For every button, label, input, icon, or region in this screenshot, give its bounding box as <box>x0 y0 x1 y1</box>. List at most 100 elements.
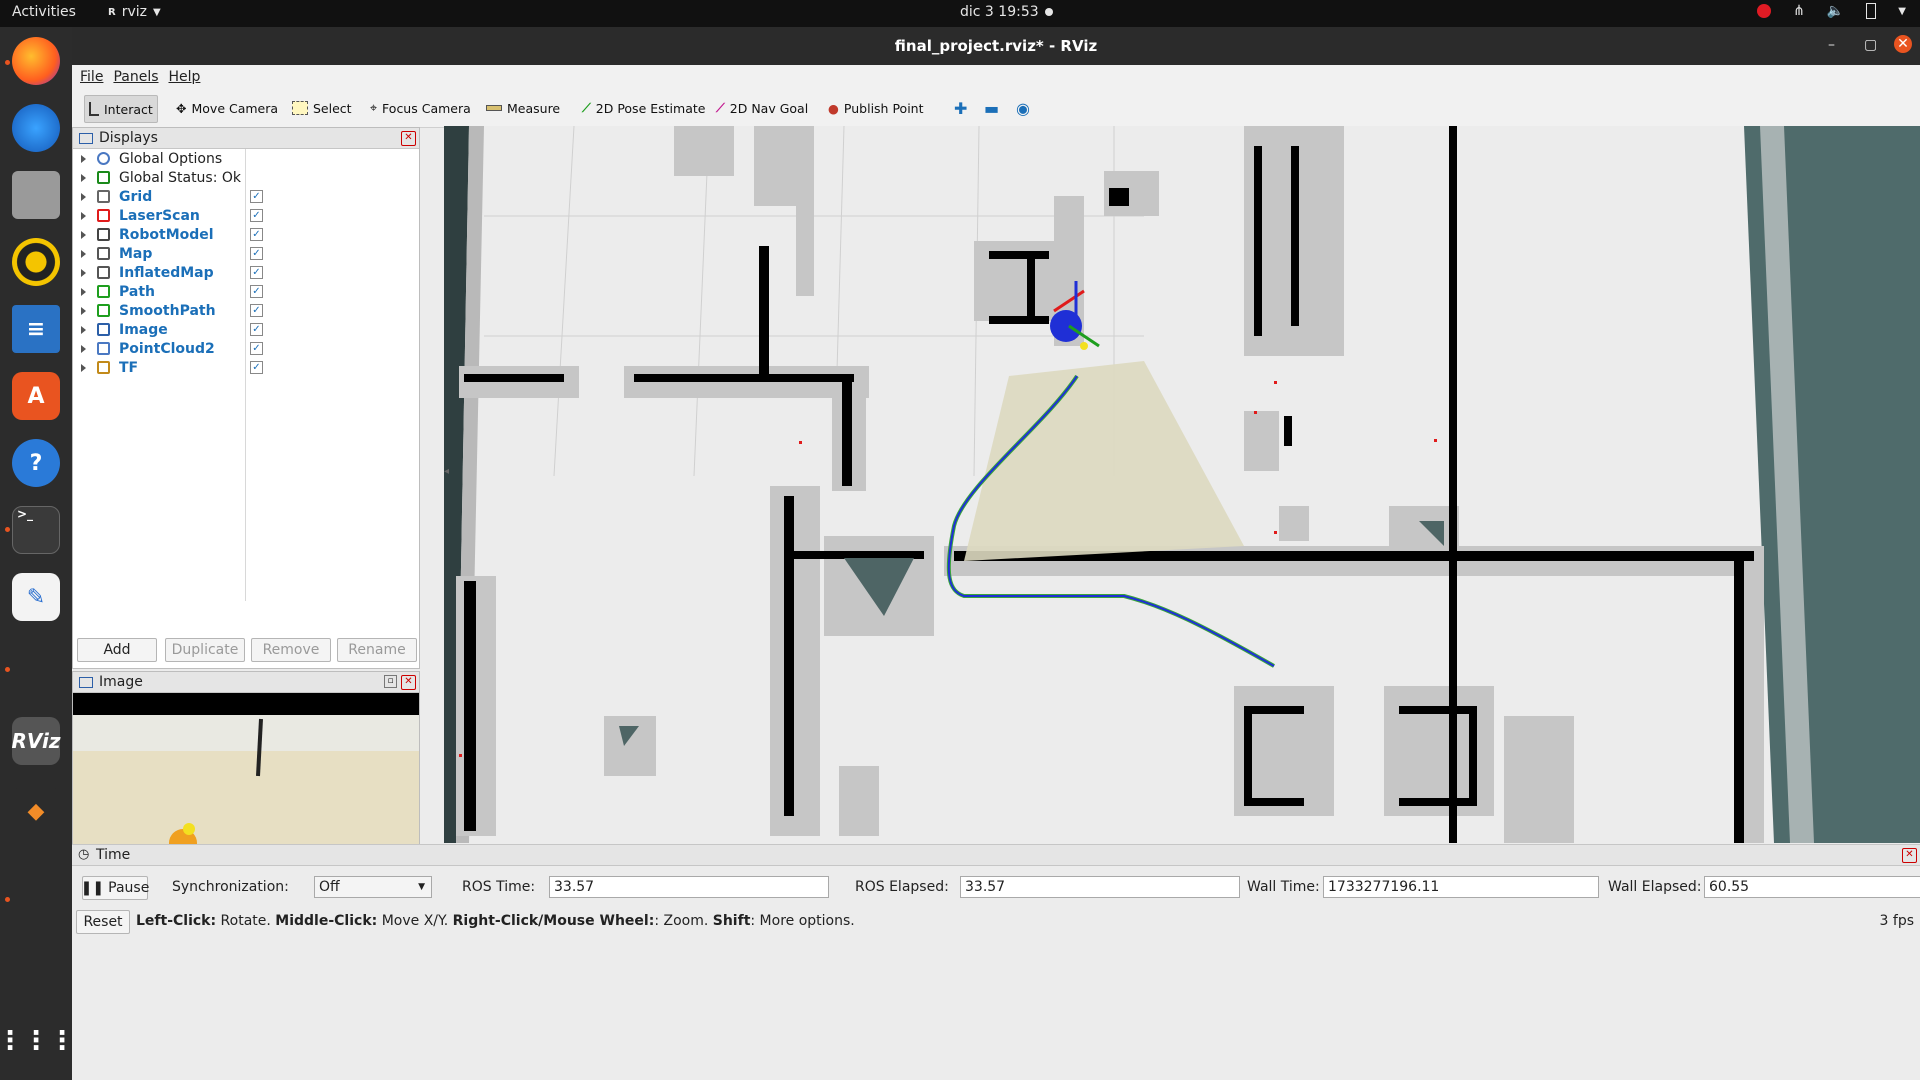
sync-select[interactable]: Off ▼ <box>314 876 432 898</box>
pose-estimate-tool[interactable]: ⟋ 2D Pose Estimate <box>578 95 709 121</box>
move-camera-label: Move Camera <box>191 100 279 116</box>
close-panel-icon[interactable]: ✕ <box>1902 848 1917 863</box>
text-editor-icon[interactable]: ✎ <box>12 573 60 621</box>
top-bar: Activities R rviz ▼ dic 3 19:53 ⋔ 🔈 ▼ <box>0 0 1920 27</box>
rhythmbox-icon[interactable] <box>12 238 60 286</box>
3d-viewport[interactable]: ◂ <box>444 126 1920 843</box>
help-icon[interactable]: ? <box>12 439 60 487</box>
wall-time-field[interactable]: 1733277196.11 <box>1323 876 1599 898</box>
expand-arrow-icon[interactable] <box>81 230 86 239</box>
expand-arrow-icon[interactable] <box>81 363 86 372</box>
enable-checkbox[interactable]: ✓ <box>250 361 263 374</box>
menu-help[interactable]: Help <box>169 69 201 85</box>
select-label: Select <box>313 100 352 116</box>
chevron-down-icon: ▼ <box>152 6 161 18</box>
add-tool-button[interactable]: ✚ <box>950 95 971 121</box>
remove-tool-button[interactable]: ▬ <box>980 95 1003 121</box>
close-panel-icon[interactable]: ✕ <box>401 675 416 690</box>
activities-button[interactable]: Activities <box>12 4 76 20</box>
enable-checkbox[interactable]: ✓ <box>250 285 263 298</box>
expand-arrow-icon[interactable] <box>81 192 86 201</box>
enable-checkbox[interactable]: ✓ <box>250 342 263 355</box>
writer-icon[interactable]: ≡ <box>12 305 60 353</box>
time-panel: ◷ Time ✕ ❚❚ Pause Synchronization: Off ▼… <box>72 844 1920 1080</box>
pointcloud-icon <box>97 342 110 355</box>
rviz-dock-icon[interactable]: RViz <box>11 717 61 765</box>
network-icon: ⋔ <box>1793 3 1805 19</box>
app-center-icon[interactable]: A <box>12 372 60 420</box>
minimize-icon[interactable]: – <box>1828 37 1835 53</box>
title-bar[interactable]: final_project.rviz* - RViz – ▢ ✕ <box>72 27 1920 65</box>
expand-arrow-icon[interactable] <box>81 173 86 182</box>
shift-desc: : More options. <box>750 913 855 929</box>
firefox-icon[interactable] <box>12 37 60 85</box>
publish-point-tool[interactable]: ● Publish Point <box>824 95 928 121</box>
remove-display-button[interactable]: Remove <box>251 638 331 662</box>
clock[interactable]: dic 3 19:53 <box>960 4 1053 20</box>
show-apps-icon[interactable]: ⋮⋮⋮ <box>0 1017 75 1065</box>
close-icon[interactable]: ✕ <box>1894 35 1912 53</box>
enable-checkbox[interactable]: ✓ <box>250 266 263 279</box>
interact-label: Interact <box>104 101 153 117</box>
menu-panels[interactable]: Panels <box>113 69 158 85</box>
map-pin-icon: ● <box>828 100 839 116</box>
expand-arrow-icon[interactable] <box>81 154 86 163</box>
enable-checkbox[interactable]: ✓ <box>250 323 263 336</box>
time-panel-header: ◷ Time ✕ <box>72 844 1920 866</box>
enable-checkbox[interactable]: ✓ <box>250 304 263 317</box>
interact-tool[interactable]: Interact <box>84 95 158 123</box>
ros-time-label: ROS Time: <box>462 879 536 895</box>
menu-file[interactable]: File <box>80 69 103 85</box>
focus-camera-label: Focus Camera <box>382 100 471 116</box>
float-panel-icon[interactable]: ▫ <box>384 675 397 688</box>
add-display-button[interactable]: Add <box>77 638 157 662</box>
expand-arrow-icon[interactable] <box>81 249 86 258</box>
close-panel-icon[interactable]: ✕ <box>401 131 416 146</box>
expand-arrow-icon[interactable] <box>81 344 86 353</box>
enable-checkbox[interactable]: ✓ <box>250 209 263 222</box>
display-item-label: Grid <box>119 188 153 205</box>
display-item-label: LaserScan <box>119 207 200 224</box>
select-tool[interactable]: Select <box>288 95 356 121</box>
system-tray[interactable]: ⋔ 🔈 ▼ <box>1757 3 1906 19</box>
enable-checkbox[interactable]: ✓ <box>250 247 263 260</box>
expand-arrow-icon[interactable] <box>81 325 86 334</box>
duplicate-display-button[interactable]: Duplicate <box>165 638 245 662</box>
tf-icon <box>97 361 110 374</box>
app-menu[interactable]: R rviz ▼ <box>108 4 161 20</box>
thunderbird-icon[interactable] <box>12 104 60 152</box>
displays-panel: Displays ✕ Global Options Global Status: … <box>72 127 420 669</box>
wall-time-label: Wall Time: <box>1247 879 1320 895</box>
pause-button[interactable]: ❚❚ Pause <box>80 876 149 900</box>
expand-arrow-icon[interactable] <box>81 268 86 277</box>
pause-icon: ❚❚ <box>80 880 105 896</box>
ros-elapsed-field[interactable]: 33.57 <box>960 876 1240 898</box>
move-camera-tool[interactable]: ✥ Move Camera <box>172 95 282 121</box>
check-icon <box>97 171 110 184</box>
reset-button[interactable]: Reset <box>76 910 130 934</box>
gazebo-icon[interactable]: ◆ <box>12 787 60 835</box>
left-splitter-handle[interactable]: ◂ <box>444 466 452 486</box>
view-eye-icon[interactable]: ◉ <box>1012 95 1034 121</box>
clock-label: dic 3 19:53 <box>960 4 1039 20</box>
focus-camera-tool[interactable]: ⌖ Focus Camera <box>366 95 475 121</box>
expand-arrow-icon[interactable] <box>81 306 86 315</box>
maximize-icon[interactable]: ▢ <box>1864 37 1877 53</box>
enable-checkbox[interactable]: ✓ <box>250 190 263 203</box>
files-icon[interactable] <box>12 171 60 219</box>
ros-time-field[interactable]: 33.57 <box>549 876 829 898</box>
magenta-arrow-icon: ⟋ <box>716 100 725 115</box>
display-item-label: PointCloud2 <box>119 340 215 357</box>
expand-arrow-icon[interactable] <box>81 287 86 296</box>
nav-goal-tool[interactable]: ⟋ 2D Nav Goal <box>712 95 812 121</box>
terminal-icon[interactable]: >_ <box>12 506 60 554</box>
enable-checkbox[interactable]: ✓ <box>250 228 263 241</box>
wall-elapsed-field[interactable]: 60.55 <box>1704 876 1920 898</box>
expand-arrow-icon[interactable] <box>81 211 86 220</box>
rename-display-button[interactable]: Rename <box>337 638 417 662</box>
laser-icon <box>97 209 110 222</box>
measure-tool[interactable]: Measure <box>482 95 564 121</box>
battery-icon <box>1866 3 1877 19</box>
fps-label: 3 fps <box>1879 913 1914 929</box>
rviz-window: final_project.rviz* - RViz – ▢ ✕ File Pa… <box>72 27 1920 1080</box>
